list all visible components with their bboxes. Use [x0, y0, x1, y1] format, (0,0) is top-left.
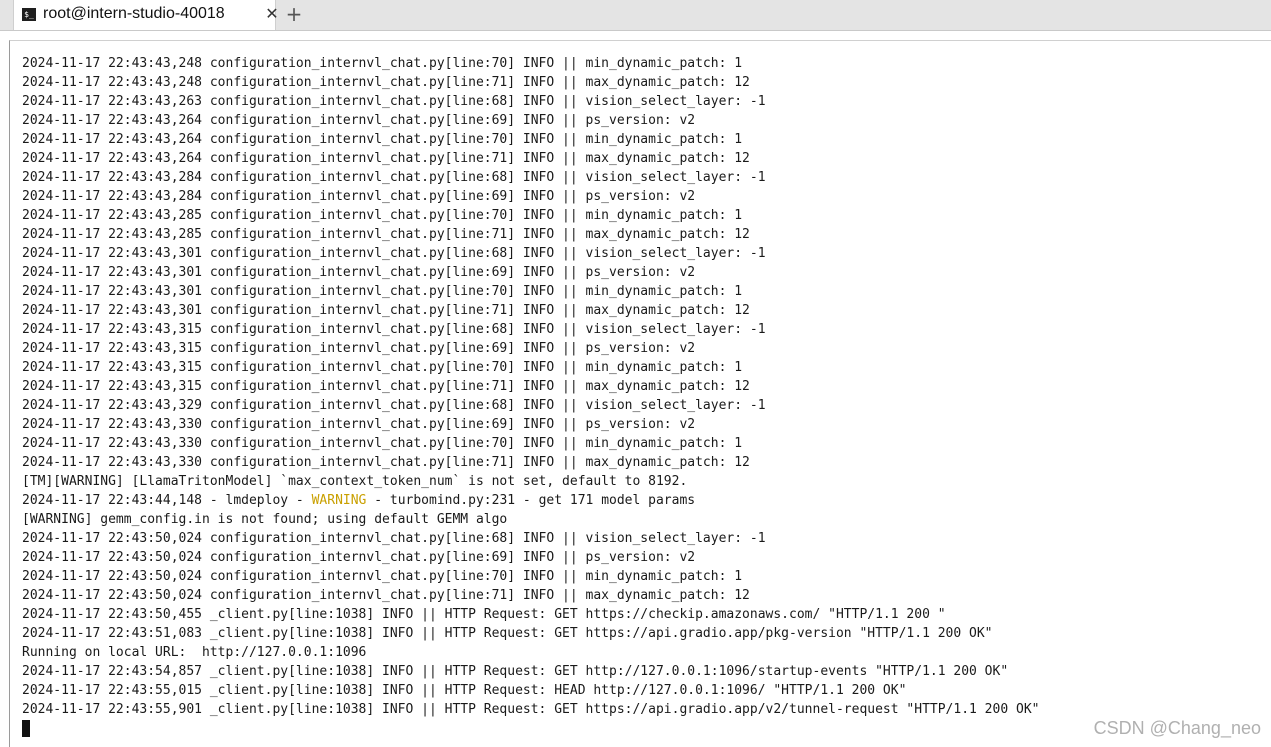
terminal-line: 2024-11-17 22:43:43,301 configuration_in…: [22, 246, 766, 261]
terminal-line-warning: 2024-11-17 22:43:44,148 - lmdeploy - WAR…: [22, 491, 1270, 510]
terminal-line: 2024-11-17 22:43:51,083 _client.py[line:…: [22, 626, 993, 641]
terminal-line: 2024-11-17 22:43:43,301 configuration_in…: [22, 284, 743, 299]
tab-bar: $_ root@intern-studio-40018 ✕ +: [0, 0, 1271, 31]
terminal-line: 2024-11-17 22:43:55,015 _client.py[line:…: [22, 683, 907, 698]
terminal-line: 2024-11-17 22:43:43,301 configuration_in…: [22, 265, 696, 280]
tab-title: root@intern-studio-40018: [43, 5, 225, 22]
terminal-line: 2024-11-17 22:43:43,285 configuration_in…: [22, 227, 750, 242]
terminal-line: [WARNING] gemm_config.in is not found; u…: [22, 512, 508, 527]
terminal-line: 2024-11-17 22:43:43,315 configuration_in…: [22, 360, 743, 375]
terminal-line: 2024-11-17 22:43:43,263 configuration_in…: [22, 94, 766, 109]
terminal-icon: $_: [22, 8, 36, 21]
terminal-line: 2024-11-17 22:43:43,284 configuration_in…: [22, 189, 696, 204]
new-tab-button[interactable]: +: [283, 2, 305, 26]
terminal-line: 2024-11-17 22:43:43,264 configuration_in…: [22, 132, 743, 147]
terminal-line: 2024-11-17 22:43:43,330 configuration_in…: [22, 417, 696, 432]
warning-level: WARNING: [311, 493, 367, 508]
terminal-line: 2024-11-17 22:43:43,248 configuration_in…: [22, 56, 743, 71]
terminal-line: 2024-11-17 22:43:50,024 configuration_in…: [22, 531, 766, 546]
terminal-line: 2024-11-17 22:43:50,455 _client.py[line:…: [22, 607, 946, 622]
tab-terminal-session[interactable]: $_ root@intern-studio-40018 ✕: [13, 0, 279, 30]
terminal-line: 2024-11-17 22:43:43,264 configuration_in…: [22, 151, 750, 166]
terminal-pane[interactable]: 2024-11-17 22:43:43,248 configuration_in…: [9, 40, 1271, 747]
terminal-line: 2024-11-17 22:43:54,857 _client.py[line:…: [22, 664, 1009, 679]
cursor: [22, 720, 30, 737]
terminal-line: 2024-11-17 22:43:43,284 configuration_in…: [22, 170, 766, 185]
warning-prefix: 2024-11-17 22:43:44,148 - lmdeploy -: [22, 493, 312, 508]
terminal-line: 2024-11-17 22:43:43,330 configuration_in…: [22, 455, 750, 470]
terminal-line: 2024-11-17 22:43:50,024 configuration_in…: [22, 588, 750, 603]
terminal-line: 2024-11-17 22:43:43,329 configuration_in…: [22, 398, 766, 413]
terminal-line: 2024-11-17 22:43:43,330 configuration_in…: [22, 436, 743, 451]
terminal-line: 2024-11-17 22:43:43,315 configuration_in…: [22, 341, 696, 356]
terminal-line: 2024-11-17 22:43:43,285 configuration_in…: [22, 208, 743, 223]
terminal-line: [TM][WARNING] [LlamaTritonModel] `max_co…: [22, 474, 688, 489]
prompt-line: [22, 719, 1270, 738]
warning-suffix: - turbomind.py:231 - get 171 model param…: [366, 493, 696, 508]
terminal-line: Running on local URL: http://127.0.0.1:1…: [22, 645, 367, 660]
terminal-line: 2024-11-17 22:43:55,901 _client.py[line:…: [22, 702, 1040, 717]
watermark: CSDN @Chang_neo: [1093, 718, 1261, 738]
terminal-output: 2024-11-17 22:43:43,248 configuration_in…: [22, 54, 1270, 738]
terminal-line: 2024-11-17 22:43:43,248 configuration_in…: [22, 75, 750, 90]
terminal-line: 2024-11-17 22:43:43,315 configuration_in…: [22, 379, 750, 394]
terminal-line: 2024-11-17 22:43:43,315 configuration_in…: [22, 322, 766, 337]
terminal-line: 2024-11-17 22:43:50,024 configuration_in…: [22, 569, 743, 584]
terminal-line: 2024-11-17 22:43:50,024 configuration_in…: [22, 550, 696, 565]
terminal-line: 2024-11-17 22:43:43,264 configuration_in…: [22, 113, 696, 128]
close-tab-icon[interactable]: ✕: [264, 4, 280, 24]
terminal-line: 2024-11-17 22:43:43,301 configuration_in…: [22, 303, 750, 318]
